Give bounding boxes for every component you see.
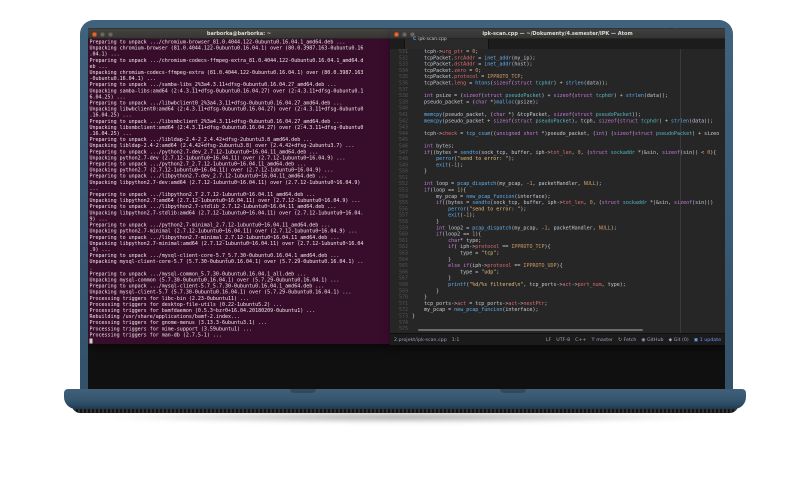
terminal-output-line: Unpacking libldap-2.4-2:amd64 (2.4.42+df… bbox=[89, 143, 355, 149]
maximize-button[interactable] bbox=[108, 31, 113, 37]
status-item-1-update[interactable]: ▣ 1 update bbox=[694, 337, 721, 343]
editor-window: ipk-scan.cpp — ~/Dokumenty/4.semester/IP… bbox=[390, 29, 725, 345]
code-editor[interactable]: 531 tcph->urg_ptr = 0; 532 tcpPacket.srcA… bbox=[390, 49, 725, 333]
cpp-file-icon: C bbox=[413, 36, 417, 42]
terminal-output-line: Preparing to unpack .../chromium-codecs-… bbox=[89, 57, 364, 64]
github-icon: ◉ bbox=[641, 336, 646, 343]
code-lines: 531 tcph->urg_ptr = 0; 532 tcpPacket.srcA… bbox=[390, 49, 725, 333]
laptop-mockup: ✉ (34%) ↓↑ Pá kvě 11 16:09:29 ⚙ barbor bbox=[0, 0, 800, 477]
status-item-label: Git (0) bbox=[673, 336, 689, 343]
status-item-c-[interactable]: C++ bbox=[575, 337, 586, 343]
status-item-utf-8[interactable]: UTF-8 bbox=[556, 337, 570, 343]
terminal-output-line: Unpacking libpython2.7-dev:amd64 (2.7.12… bbox=[89, 179, 361, 186]
terminal-titlebar[interactable]: barborka@barborka: ~ bbox=[88, 29, 390, 39]
status-item-lf[interactable]: LF bbox=[546, 337, 551, 343]
terminal-output-line: Unpacking libpython2.7-stdlib:amd64 (2.7… bbox=[89, 210, 364, 216]
status-file-path[interactable]: 2.projekt/ipk-scan.cpp bbox=[394, 337, 447, 343]
terminal-window-buttons bbox=[92, 31, 113, 37]
status-item-label: C++ bbox=[575, 336, 587, 343]
code-line: 544 tcph->check = tcp_csum((unsigned sho… bbox=[390, 131, 725, 137]
horizontal-scrollbar[interactable] bbox=[418, 329, 643, 331]
terminal-output-line: Processing triggers for man-db (2.7.5-1)… bbox=[89, 332, 222, 338]
terminal-title: barborka@barborka: ~ bbox=[206, 30, 272, 37]
status-item-label: 1 update bbox=[699, 336, 721, 343]
branch-icon: ϒ bbox=[591, 336, 595, 343]
status-item-label: LF bbox=[545, 336, 552, 343]
terminal-output-line: Unpacking python2.7-minimal (2.7.12-1ubu… bbox=[89, 228, 358, 235]
tab-ipk-scan-cpp[interactable]: C ipk-scan.cpp bbox=[404, 36, 490, 49]
status-item-label: UTF-8 bbox=[556, 336, 571, 343]
terminal-lines: Preparing to unpack .../chromium-browser… bbox=[90, 40, 391, 339]
base-notch bbox=[500, 389, 526, 393]
status-item-fetch[interactable]: ↻ Fetch bbox=[618, 337, 636, 343]
editor-tab-bar: C ipk-scan.cpp bbox=[390, 36, 725, 49]
status-item-label: GitHub bbox=[647, 336, 664, 343]
laptop-screen: ✉ (34%) ↓↑ Pá kvě 11 16:09:29 ⚙ barbor bbox=[88, 28, 725, 389]
terminal-output-line: Unpacking chromium-browser (81.0.4044.12… bbox=[89, 45, 364, 52]
status-item-label: master bbox=[596, 336, 613, 343]
terminal-window: barborka@barborka: ~ Preparing to unpack… bbox=[88, 29, 390, 344]
line-number: 575 bbox=[398, 326, 408, 332]
status-item-label: Fetch bbox=[623, 336, 637, 343]
status-item-github[interactable]: ◉ GitHub bbox=[641, 337, 663, 343]
maximize-button[interactable] bbox=[410, 31, 415, 37]
minimize-button[interactable] bbox=[100, 31, 105, 37]
terminal-output-line: Unpacking libpython2.7-minimal:amd64 (2.… bbox=[89, 240, 364, 247]
editor-window-buttons bbox=[394, 31, 415, 37]
minimize-button[interactable] bbox=[402, 31, 407, 37]
status-cursor-position[interactable]: 1:1 bbox=[452, 337, 460, 343]
terminal-output-line: Unpacking libwbclient0:amd64 (2:4.3.11+d… bbox=[89, 106, 364, 113]
git-icon: ◆ bbox=[668, 336, 673, 343]
status-item-git-0-[interactable]: ◆ Git (0) bbox=[668, 337, 688, 343]
editor-status-bar: 2.projekt/ipk-scan.cpp 1:1 LF UTF-8 C++ ϒma… bbox=[390, 333, 725, 345]
base-notch bbox=[290, 389, 316, 393]
status-right-items: LF UTF-8 C++ ϒmaster ↻ Fetch ◉ GitHub ◆ Git (0) ▣ 1… bbox=[546, 337, 721, 343]
close-button[interactable] bbox=[92, 31, 97, 37]
tab-label: ipk-scan.cpp bbox=[418, 36, 447, 42]
laptop-base bbox=[64, 389, 746, 409]
terminal-output-line: Unpacking samba-libs:amd64 (2:4.3.11+dfs… bbox=[89, 88, 364, 94]
terminal-output-line: Unpacking libsmbclient:amd64 (2:4.3.11+d… bbox=[89, 124, 364, 131]
terminal-output-line: Unpacking mysql-client-5.7 (5.7.30-0ubun… bbox=[89, 289, 352, 296]
terminal-output[interactable]: Preparing to unpack .../chromium-browser… bbox=[88, 39, 390, 344]
code-line: 542 memcpy(pseudo_packet + sizeof(struct… bbox=[390, 118, 725, 124]
update-icon: ▣ bbox=[693, 336, 699, 343]
status-item-master[interactable]: ϒmaster bbox=[591, 337, 613, 343]
close-button[interactable] bbox=[394, 31, 399, 37]
sync-icon: ↻ bbox=[618, 336, 622, 343]
terminal-cursor bbox=[89, 338, 93, 344]
terminal-output-line: Unpacking mysql-client-core-5.7 (5.7.30-… bbox=[89, 259, 364, 265]
laptop-lid: ✉ (34%) ↓↑ Pá kvě 11 16:09:29 ⚙ barbor bbox=[80, 20, 733, 389]
